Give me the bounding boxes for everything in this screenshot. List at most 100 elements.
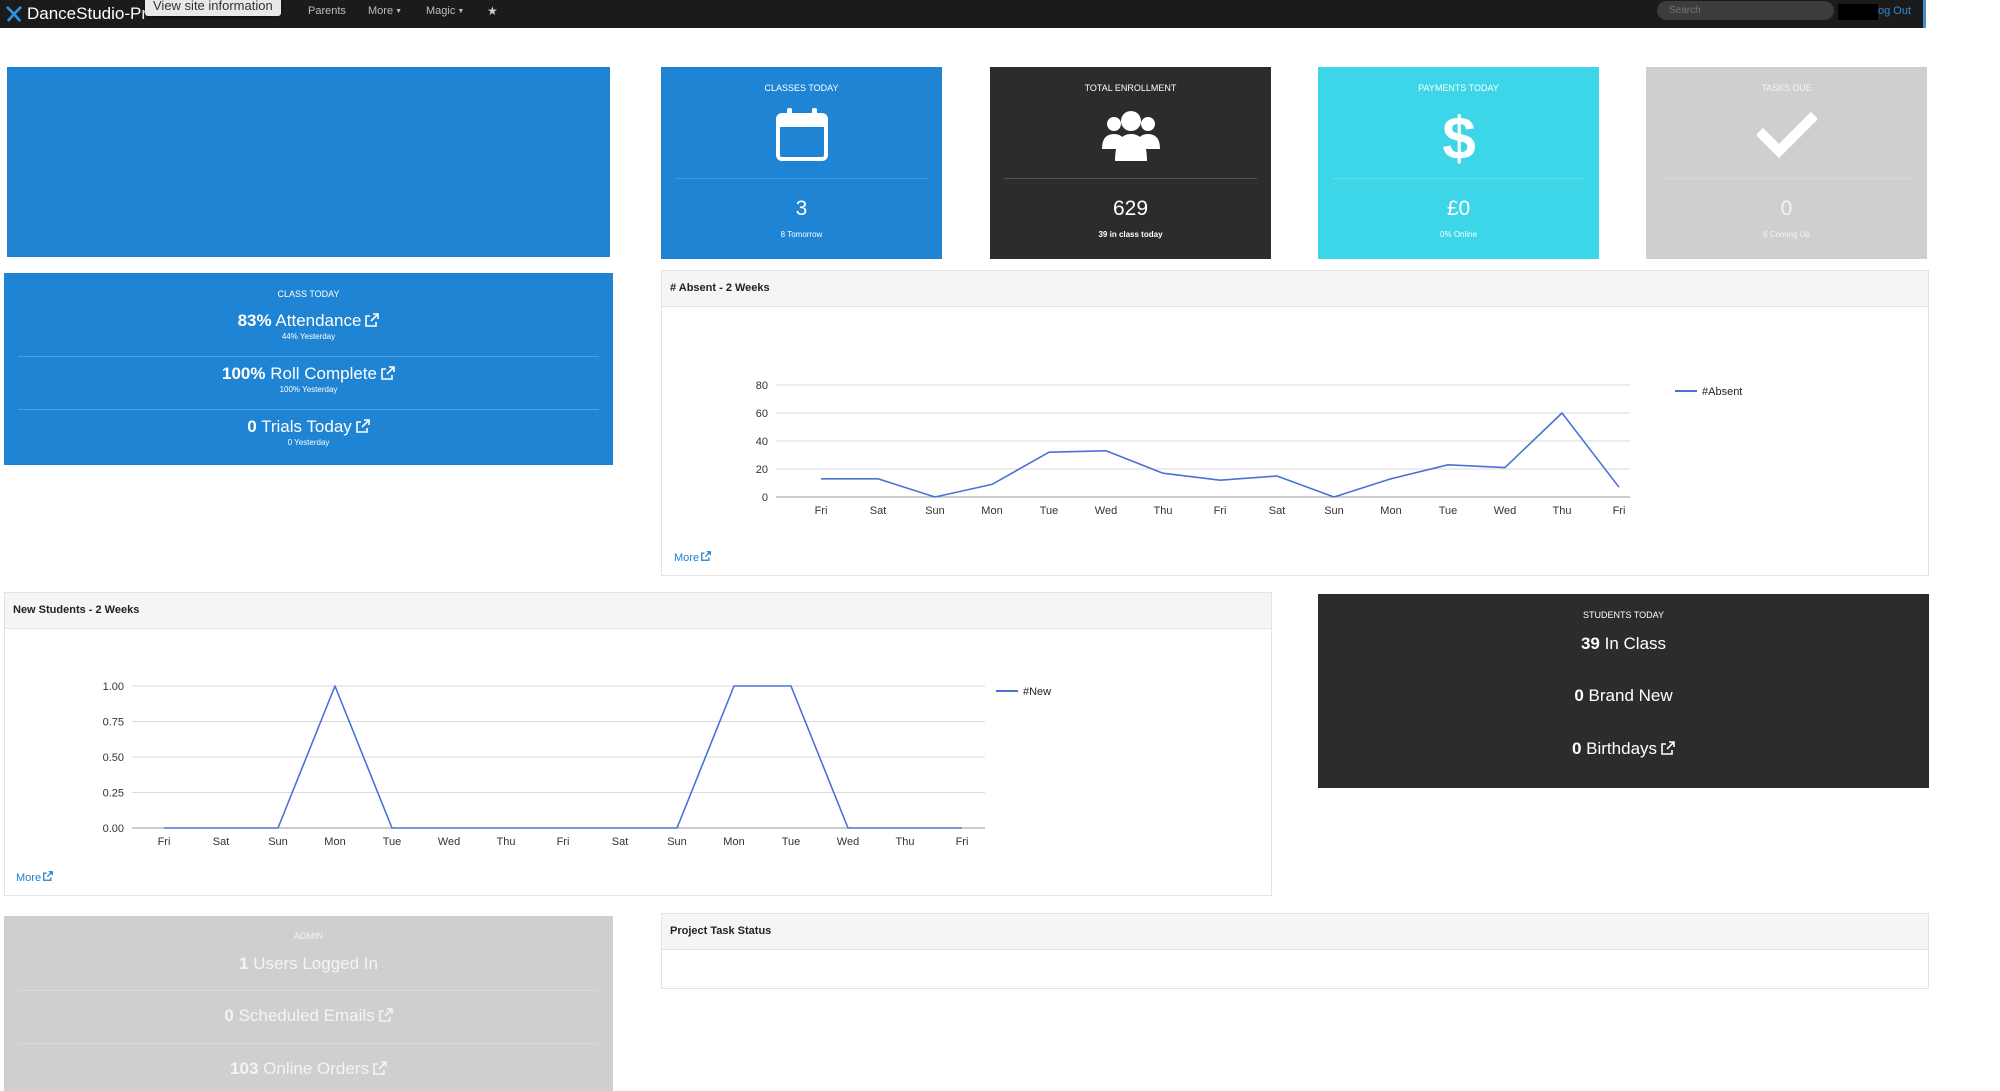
row-subtext: 0 Yesterday (287, 438, 330, 447)
attendance-row[interactable]: 83% Attendance 44% Yesterday (18, 311, 599, 341)
more-label: More (16, 872, 42, 884)
absent-chart-panel: # Absent - 2 Weeks 0 20 40 60 80 Fri Sat Sun Mon… (661, 270, 1929, 576)
total-enrollment-card[interactable]: TOTAL ENROLLMENT 629 39 in class today (990, 67, 1271, 259)
row-value: 0 (224, 1006, 234, 1025)
x-tick-label: Fri (1613, 505, 1626, 517)
absent-more-link[interactable]: More (674, 551, 711, 564)
x-tick-label: Thu (497, 836, 516, 848)
admin-card: ADMIN 1 Users Logged In 0 Scheduled Emai… (4, 916, 613, 1091)
in-class-row[interactable]: 39 In Class (1332, 634, 1915, 654)
y-tick-label: 20 (756, 464, 768, 476)
card-value: 629 (1112, 197, 1149, 220)
x-tick-label: Tue (782, 836, 801, 848)
card-value: 3 (795, 197, 808, 220)
row-label: In Class (1604, 634, 1667, 653)
card-title: CLASSES TODAY (764, 83, 839, 93)
y-tick-label: 1.00 (103, 681, 124, 693)
classes-today-card[interactable]: CLASSES TODAY 3 8 Tomorrow (661, 67, 942, 259)
y-tick-label: 0.75 (103, 717, 124, 729)
site-info-tooltip: View site information (145, 0, 281, 16)
card-subtext: 0% Online (1440, 230, 1477, 239)
x-tick-label: Tue (1439, 505, 1458, 517)
svg-text:$: $ (1442, 105, 1475, 165)
brand[interactable]: DanceStudio-Pr (5, 2, 147, 26)
x-tick-label: Wed (1095, 505, 1117, 517)
row-label: Attendance (275, 311, 362, 330)
series-line (821, 412, 1620, 498)
new-students-more-link[interactable]: More (16, 871, 53, 884)
y-tick-label: 80 (756, 380, 768, 392)
x-tick-label: Fri (557, 836, 570, 848)
project-task-status-panel: Project Task Status (661, 913, 1929, 989)
x-tick-label: Sun (268, 836, 288, 848)
panel-title: # Absent - 2 Weeks (662, 271, 1928, 307)
x-tick-label: Sun (925, 505, 945, 517)
row-value: 83% (237, 311, 272, 330)
online-orders-row[interactable]: 103 Online Orders (18, 1059, 599, 1079)
card-subtext: 8 Coming Up (1763, 230, 1810, 239)
nav-item-more[interactable]: More ▼ (368, 0, 402, 24)
birthdays-row[interactable]: 0 Birthdays (1332, 739, 1915, 759)
x-tick-label: Fri (158, 836, 171, 848)
row-value: 0 (247, 417, 257, 436)
x-tick-label: Mon (723, 836, 744, 848)
x-tick-label: Sat (870, 505, 887, 517)
row-label: Scheduled Emails (238, 1006, 375, 1025)
external-link-icon[interactable] (1661, 741, 1675, 755)
tasks-due-card[interactable]: TASKS DUE 0 8 Coming Up (1646, 67, 1927, 259)
row-label: Birthdays (1586, 739, 1658, 758)
search-input[interactable] (1657, 1, 1834, 20)
row-subtext: 44% Yesterday (281, 332, 336, 341)
new-students-line-chart: 0.00 0.25 0.50 0.75 1.00 Fri Sat Sun Mon Tue Wed Th… (103, 681, 1052, 848)
panel-title: New Students - 2 Weeks (5, 593, 1271, 629)
card-title: CLASS TODAY (277, 289, 340, 299)
row-value: 1 (239, 954, 249, 973)
x-tick-label: Thu (896, 836, 915, 848)
caret-down-icon: ▼ (395, 8, 402, 15)
external-link-icon[interactable] (365, 313, 380, 327)
x-tick-label: Fri (1214, 505, 1227, 517)
x-tick-label: Mon (1380, 505, 1401, 517)
roll-complete-row[interactable]: 100% Roll Complete 100% Yesterday (18, 364, 599, 394)
trials-today-row[interactable]: 0 Trials Today 0 Yesterday (18, 417, 599, 447)
y-tick-label: 40 (756, 436, 768, 448)
card-value: £0 (1446, 197, 1471, 220)
brand-name: DanceStudio-Pr (27, 4, 148, 23)
row-divider (18, 1043, 599, 1044)
y-tick-label: 0.00 (103, 823, 124, 835)
panel-title: Project Task Status (662, 914, 1928, 950)
legend-label: #Absent (1702, 386, 1742, 398)
card-divider (1004, 178, 1257, 179)
external-link-icon (701, 551, 711, 561)
x-tick-label: Tue (383, 836, 402, 848)
card-title: TOTAL ENROLLMENT (1084, 83, 1177, 93)
scheduled-emails-row[interactable]: 0 Scheduled Emails (18, 1006, 599, 1026)
card-title: STUDENTS TODAY (1582, 610, 1664, 620)
external-link-icon[interactable] (381, 366, 395, 380)
new-students-chart-panel: New Students - 2 Weeks 0.00 0.25 0.50 0.75 1… (4, 592, 1272, 896)
logout-link[interactable]: og Out (1878, 0, 1911, 22)
x-tick-label: Wed (438, 836, 460, 848)
x-tick-label: Tue (1040, 505, 1059, 517)
external-link-icon[interactable] (355, 419, 370, 433)
window-edge (1923, 0, 1926, 28)
external-link-icon[interactable] (373, 1061, 387, 1075)
row-divider (18, 990, 599, 991)
top-navbar: DanceStudio-Pr View site information Par… (0, 0, 1923, 28)
x-tick-label: Mon (981, 505, 1002, 517)
check-icon (1756, 111, 1817, 159)
external-link-icon[interactable] (378, 1008, 393, 1022)
y-tick-label: 0.25 (103, 788, 124, 800)
nav-item-magic[interactable]: Magic ▼ (426, 0, 464, 24)
students-today-card: STUDENTS TODAY 39 In Class 0 Brand New 0… (1318, 594, 1929, 788)
brand-new-row[interactable]: 0 Brand New (1332, 686, 1915, 706)
nav-item-parents[interactable]: Parents (308, 0, 346, 24)
row-label: Brand New (1588, 686, 1673, 705)
x-tick-label: Sat (612, 836, 629, 848)
star-icon[interactable]: ★ (487, 0, 498, 24)
external-link-icon (43, 871, 53, 881)
brand-logo-icon (6, 6, 22, 22)
legend-label: #New (1023, 686, 1051, 698)
payments-today-card[interactable]: PAYMENTS TODAY $ £0 0% Online (1318, 67, 1599, 259)
users-logged-in-row[interactable]: 1 Users Logged In (18, 954, 599, 974)
